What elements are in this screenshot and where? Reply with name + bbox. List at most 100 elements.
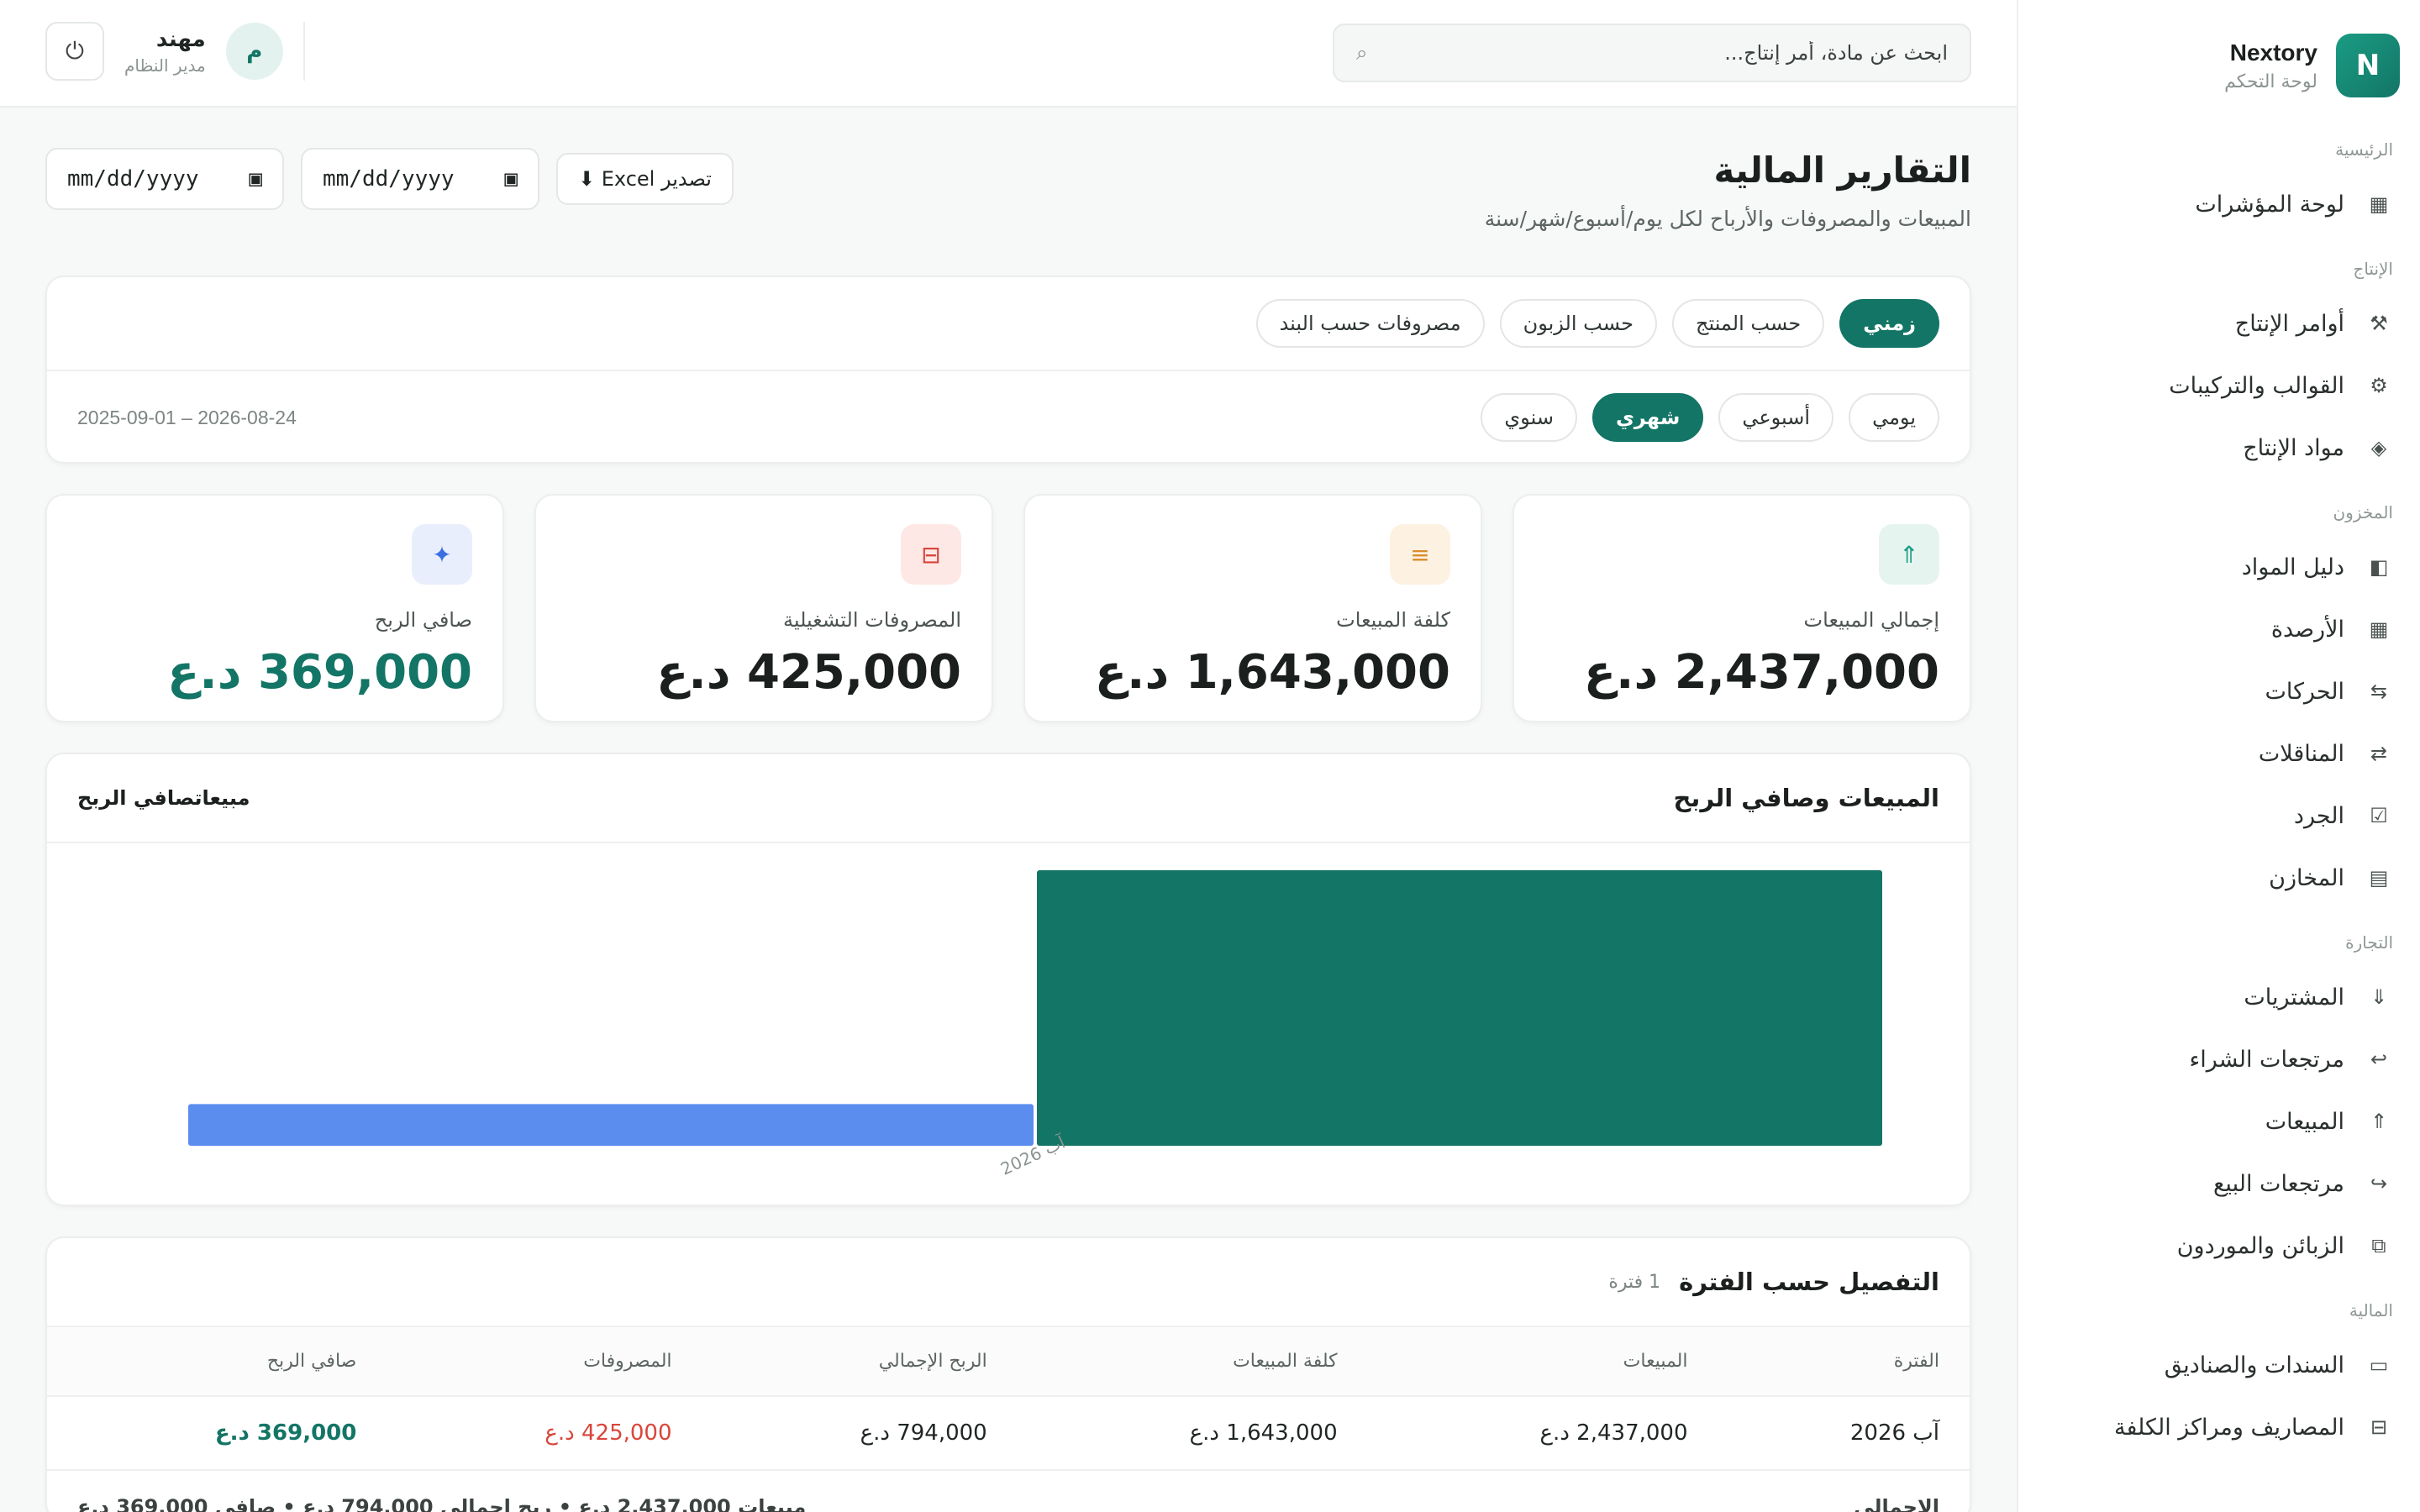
group-tab[interactable]: حسب المنتج — [1671, 299, 1825, 348]
table-row[interactable]: آب 2026 2,437,000 د.ع 1,643,000 د.ع 794,000… — [47, 1396, 1970, 1471]
period-tab[interactable]: يومي — [1849, 393, 1939, 442]
topbar: ⌕ م مهند مدير النظام ⏻ — [0, 0, 2017, 108]
kpi-label: المصروفات التشغيلية — [782, 608, 961, 632]
group-tab[interactable]: مصروفات حسب البند — [1255, 299, 1485, 348]
filters-card: زمني حسب المنتج حسب الزبون مصروفات حسب البن… — [45, 276, 1971, 464]
table-cell: 1,643,000 د.ع — [1017, 1396, 1368, 1471]
sidebar-item[interactable]: ▦ الأرصدة — [2039, 598, 2400, 660]
calendar-icon[interactable]: ▣ — [504, 166, 518, 192]
period-tab[interactable]: سنوي — [1481, 393, 1577, 442]
chart-legend: مبيعاتصافي الربح — [77, 786, 250, 810]
sidebar-item-label: المشتريات — [2244, 984, 2344, 1011]
checkbox-icon: ☑ — [2370, 804, 2388, 827]
sidebar-item[interactable]: ▤ المخازن — [2039, 847, 2400, 909]
sidebar-item[interactable]: ☑ الجرد — [2039, 785, 2400, 847]
sidebar-item[interactable]: ⊟ المصاريف ومراكز الكلفة — [2039, 1396, 2400, 1458]
diamond-icon: ◈ — [2370, 436, 2387, 459]
group-tab[interactable]: زمني — [1839, 299, 1939, 348]
sidebar-item[interactable]: ◧ دليل المواد — [2039, 536, 2400, 598]
search-box[interactable]: ⌕ — [1333, 24, 1971, 82]
chart-svg: آب 2026 — [188, 870, 1882, 1179]
kpi-card: ✦ صافي الربح 369,000 د.ع — [45, 494, 504, 722]
sidebar-item[interactable]: ↩ مرتجعات الشراء — [2039, 1028, 2400, 1090]
movements-icon: ⇆ — [2370, 680, 2388, 703]
kpi-value: 2,437,000 د.ع — [1583, 645, 1939, 700]
power-icon: ⏻ — [65, 37, 85, 65]
sidebar-item-label: مرتجعات البيع — [2213, 1170, 2344, 1197]
avatar[interactable]: م — [225, 23, 283, 80]
sidebar-item[interactable]: ⧉ الزبائن والموردون — [2039, 1215, 2400, 1277]
date-from-input[interactable]: mm/dd/yyyy ▣ — [45, 148, 284, 210]
main-content: التقارير المالية المبيعات والمصروفات وال… — [45, 108, 1971, 1512]
table-icon: ▦ — [2369, 617, 2389, 641]
kpi-value: 369,000 د.ع — [167, 645, 472, 700]
export-excel-button[interactable]: تصدير Excel ⬇ — [556, 153, 734, 205]
kpi-cards: ⇑ إجمالي المبيعات 2,437,000 د.ع ≡ كلفة المبي… — [45, 494, 1971, 722]
kpi-card: ⇑ إجمالي المبيعات 2,437,000 د.ع — [1512, 494, 1971, 722]
sidebar-item-label: المصاريف ومراكز الكلفة — [2113, 1414, 2344, 1441]
list-icon: ≡ — [1390, 524, 1450, 585]
sidebar-item[interactable]: ⚒ أوامر الإنتاج — [2039, 292, 2400, 354]
sidebar-item-label: السندات والصناديق — [2164, 1352, 2344, 1378]
sidebar-item[interactable]: ⇑ المبيعات — [2039, 1090, 2400, 1152]
sidebar-item-label: مواد الإنتاج — [2243, 434, 2344, 461]
table-cell: 2,437,000 د.ع — [1367, 1396, 1718, 1471]
calendar-icon[interactable]: ▣ — [249, 166, 262, 192]
sidebar-item-label: المناقلات — [2258, 740, 2344, 767]
sidebar: N Nextory لوحة التحكم الرئيسية ▦ لوحة المؤ… — [2017, 0, 2420, 1512]
group-tab[interactable]: حسب الزبون — [1499, 299, 1657, 348]
table-cell: 794,000 د.ع — [702, 1396, 1018, 1471]
date-to-input[interactable]: mm/dd/yyyy ▣ — [301, 148, 539, 210]
date-range-text: 2025-09-01 – 2026-08-24 — [77, 406, 297, 428]
nav-section-title: الإنتاج — [2353, 259, 2393, 279]
bar-net-profit[interactable] — [188, 1104, 1034, 1146]
sidebar-item-label: الزبائن والموردون — [2176, 1232, 2344, 1259]
kpi-label: صافي الربح — [374, 608, 472, 632]
nav-section-title: التجارة — [2345, 932, 2393, 953]
sidebar-item[interactable]: ⇓ المشتريات — [2039, 966, 2400, 1028]
column-header[interactable]: الفترة — [1718, 1327, 1970, 1397]
sidebar-item[interactable]: ⚙ القوالب والتركيبات — [2039, 354, 2400, 417]
period-tab[interactable]: شهري — [1591, 393, 1704, 442]
nav-section-title: الرئيسية — [2335, 139, 2393, 160]
sparkle-icon: ✦ — [412, 524, 472, 585]
cash-icon: ▭ — [2369, 1353, 2389, 1377]
sidebar-item[interactable]: ▭ السندات والصناديق — [2039, 1334, 2400, 1396]
column-header[interactable]: صافي الربح — [47, 1327, 387, 1397]
brand[interactable]: N Nextory لوحة التحكم — [2039, 34, 2400, 97]
period-breakdown-table-card: التفصيل حسب الفترة 1 فترة الفترة المبيعات… — [45, 1236, 1971, 1512]
group-tabs: زمني حسب المنتج حسب الزبون مصروفات حسب البن… — [47, 277, 1970, 371]
column-header[interactable]: الربح الإجمالي — [702, 1327, 1018, 1397]
chart-title: المبيعات وصافي الربح — [1673, 784, 1939, 812]
period-tab[interactable]: أسبوعي — [1718, 393, 1834, 442]
kpi-value: 425,000 د.ع — [656, 645, 961, 700]
bar-sales[interactable] — [1037, 870, 1882, 1146]
header-actions: mm/dd/yyyy ▣ mm/dd/yyyy ▣ تصدير Excel ⬇ — [45, 148, 734, 210]
sidebar-item[interactable]: ↪ مرتجعات البيع — [2039, 1152, 2400, 1215]
sidebar-item[interactable]: ▦ لوحة المؤشرات — [2039, 173, 2400, 235]
page-subtitle: المبيعات والمصروفات والأرباح لكل يوم/أسب… — [1484, 207, 1971, 231]
return-icon: ↩ — [2370, 1047, 2388, 1071]
date-from-value: mm/dd/yyyy — [67, 166, 199, 192]
sidebar-item-label: مرتجعات الشراء — [2189, 1046, 2344, 1073]
column-header[interactable]: المصروفات — [387, 1327, 702, 1397]
sidebar-item-label: القوالب والتركيبات — [2169, 372, 2344, 399]
page-header: التقارير المالية المبيعات والمصروفات وال… — [45, 108, 1971, 276]
logout-button[interactable]: ⏻ — [45, 22, 104, 81]
receipt-icon: ⊟ — [901, 524, 961, 585]
date-to-value: mm/dd/yyyy — [323, 166, 455, 192]
kpi-card: ⊟ المصروفات التشغيلية 425,000 د.ع — [534, 494, 993, 722]
user-role: مدير النظام — [124, 55, 206, 76]
user-name: مهند — [155, 27, 206, 52]
transfer-icon: ⇄ — [2370, 742, 2388, 765]
column-header[interactable]: كلفة المبيعات — [1017, 1327, 1368, 1397]
search-input[interactable] — [1386, 41, 1948, 65]
table-cell: آب 2026 — [1718, 1396, 1970, 1471]
user-area: م مهند مدير النظام ⏻ — [45, 22, 308, 81]
column-header[interactable]: المبيعات — [1367, 1327, 1718, 1397]
sidebar-item[interactable]: ⇄ المناقلات — [2039, 722, 2400, 785]
brand-logo: N — [2336, 34, 2400, 97]
sidebar-item[interactable]: ◈ مواد الإنتاج — [2039, 417, 2400, 479]
sidebar-item[interactable]: ⇆ الحركات — [2039, 660, 2400, 722]
kpi-label: كلفة المبيعات — [1336, 608, 1450, 632]
